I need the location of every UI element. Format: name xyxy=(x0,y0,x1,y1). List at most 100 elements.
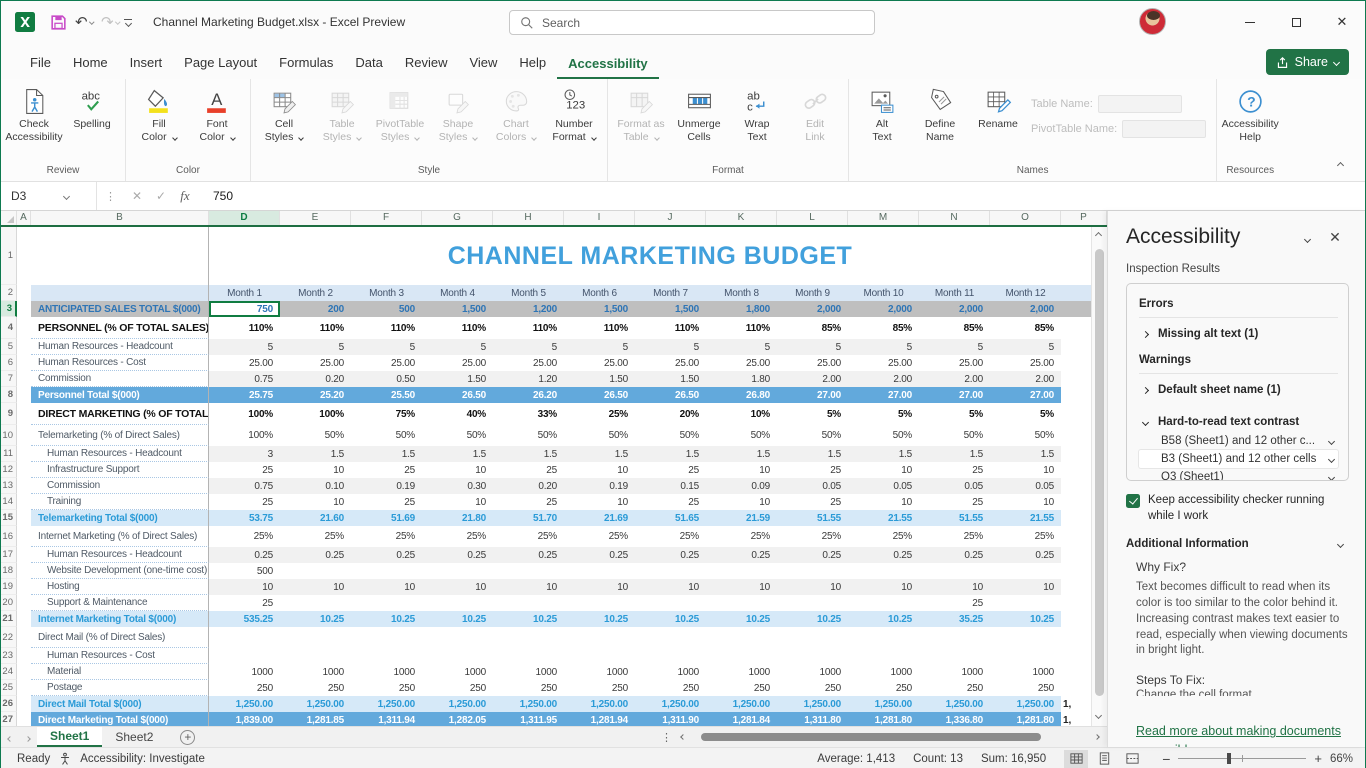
grid-cell[interactable]: 25% xyxy=(209,526,280,547)
row-header-26[interactable]: 26 xyxy=(1,696,17,712)
grid-cell[interactable]: 1,250.00 xyxy=(990,696,1061,712)
grid-cell[interactable]: 50% xyxy=(635,425,706,446)
grid-cell[interactable]: 5 xyxy=(919,339,990,355)
check-accessibility-button[interactable]: CheckAccessibility xyxy=(5,85,63,147)
grid-cell[interactable]: 1.5 xyxy=(635,446,706,462)
column-header-B[interactable]: B xyxy=(31,211,209,225)
tabbar-more-icon[interactable]: ⋮ xyxy=(661,731,672,744)
grid-cell[interactable]: 20% xyxy=(635,403,706,425)
grid-cell[interactable] xyxy=(17,510,31,526)
grid-cell[interactable]: 25 xyxy=(777,462,848,478)
grid-cell[interactable]: 10 xyxy=(990,462,1061,478)
grid-cell-B26[interactable]: Direct Mail Total $(000) xyxy=(31,696,209,712)
zoom-slider-thumb[interactable] xyxy=(1227,753,1231,764)
grid-cell[interactable]: 5 xyxy=(777,339,848,355)
grid-cell[interactable]: 1000 xyxy=(777,664,848,680)
grid-cell[interactable]: 50% xyxy=(564,425,635,446)
grid-cell[interactable]: 0.15 xyxy=(635,478,706,494)
grid-cell[interactable] xyxy=(777,595,848,611)
grid-cell[interactable]: 0.25 xyxy=(280,547,351,563)
row-header-7[interactable]: 7 xyxy=(1,371,17,387)
grid-cell[interactable]: 110% xyxy=(280,317,351,339)
column-header-M[interactable]: M xyxy=(848,211,919,225)
grid-cell[interactable]: 10 xyxy=(564,462,635,478)
grid-cell[interactable] xyxy=(17,301,31,317)
grid-cell[interactable]: 0.25 xyxy=(706,547,777,563)
wrap-text-button[interactable]: abcWrapText xyxy=(728,85,786,147)
grid-cell[interactable]: 25% xyxy=(706,526,777,547)
grid-cell[interactable]: 10 xyxy=(564,579,635,595)
grid-cell[interactable] xyxy=(1061,387,1091,403)
pane-close-icon[interactable]: ✕ xyxy=(1321,229,1349,246)
read-more-link[interactable]: Read more about making documents accessi… xyxy=(1136,722,1365,747)
column-header-P[interactable]: P xyxy=(1061,211,1107,225)
grid-cell[interactable]: 10 xyxy=(848,579,919,595)
column-header-F[interactable]: F xyxy=(351,211,422,225)
grid-cell[interactable]: 25.00 xyxy=(635,355,706,371)
grid-cell[interactable] xyxy=(280,563,351,579)
grid-cell[interactable]: 10.25 xyxy=(280,611,351,627)
grid-cell[interactable]: 250 xyxy=(351,680,422,696)
grid-cell[interactable]: 10.25 xyxy=(635,611,706,627)
scroll-right-icon[interactable] xyxy=(1094,734,1100,740)
grid-cell[interactable] xyxy=(351,595,422,611)
grid-cell[interactable] xyxy=(493,595,564,611)
grid-cell[interactable] xyxy=(17,627,31,648)
grid-cell[interactable]: 21.55 xyxy=(848,510,919,526)
grid-cell[interactable]: 0.05 xyxy=(848,478,919,494)
grid-cell[interactable]: 1,250.00 xyxy=(564,696,635,712)
grid-cell[interactable]: 5 xyxy=(209,339,280,355)
row-header-6[interactable]: 6 xyxy=(1,355,17,371)
grid-cell[interactable]: 1000 xyxy=(493,664,564,680)
row-header-20[interactable]: 20 xyxy=(1,595,17,611)
grid-cell[interactable] xyxy=(1061,526,1091,547)
grid-cell[interactable]: 1.20 xyxy=(493,371,564,387)
grid-cell[interactable]: 1,311.95 xyxy=(493,712,564,726)
grid-cell[interactable] xyxy=(1061,627,1091,648)
grid-cell[interactable]: 25.00 xyxy=(848,355,919,371)
grid-cell[interactable] xyxy=(17,579,31,595)
grid-cell[interactable]: 1,250.00 xyxy=(777,696,848,712)
grid-cell[interactable]: 5% xyxy=(990,403,1061,425)
grid-cell[interactable]: 1,281.85 xyxy=(280,712,351,726)
grid-cell[interactable]: 1000 xyxy=(351,664,422,680)
grid-cell[interactable]: 10.25 xyxy=(564,611,635,627)
grid-cell[interactable]: 25% xyxy=(848,526,919,547)
grid-cell[interactable]: 1,311.94 xyxy=(351,712,422,726)
grid-cell[interactable]: 10.25 xyxy=(777,611,848,627)
grid-cell[interactable]: 10 xyxy=(706,579,777,595)
row-header-15[interactable]: 15 xyxy=(1,510,17,526)
grid-cell[interactable]: 2,000 xyxy=(848,301,919,317)
grid-cell[interactable]: 26.50 xyxy=(564,387,635,403)
customize-quick-access-button[interactable] xyxy=(123,17,133,27)
grid-cell[interactable]: 1000 xyxy=(209,664,280,680)
row-header-12[interactable]: 12 xyxy=(1,462,17,478)
grid-cell[interactable] xyxy=(1061,510,1091,526)
horizontal-scrollbar[interactable] xyxy=(681,730,1099,744)
grid-cell[interactable]: 0.75 xyxy=(209,371,280,387)
grid-cell-B23[interactable]: Human Resources - Cost xyxy=(31,648,209,664)
grid-cell[interactable]: 10.25 xyxy=(848,611,919,627)
grid-cell[interactable]: 25% xyxy=(280,526,351,547)
grid-cell[interactable]: 27.00 xyxy=(777,387,848,403)
grid-cell[interactable] xyxy=(990,648,1061,664)
grid-cell[interactable]: 100% xyxy=(280,403,351,425)
grid-cell[interactable]: 5 xyxy=(280,339,351,355)
grid-cell[interactable]: 1,311.80 xyxy=(777,712,848,726)
grid-cell[interactable]: 1000 xyxy=(422,664,493,680)
grid-cell[interactable] xyxy=(351,648,422,664)
grid-cell[interactable]: 25 xyxy=(919,494,990,510)
grid-cell[interactable]: Month 1 xyxy=(209,285,280,301)
column-header-G[interactable]: G xyxy=(422,211,493,225)
grid-cell[interactable] xyxy=(17,526,31,547)
font-color-button[interactable]: AFontColor xyxy=(188,85,246,147)
column-header-D[interactable]: D xyxy=(209,211,280,225)
grid-cell[interactable]: 25.00 xyxy=(706,355,777,371)
grid-cell[interactable]: 3 xyxy=(209,446,280,462)
grid-cell[interactable]: 1.5 xyxy=(351,446,422,462)
minimize-button[interactable] xyxy=(1227,1,1273,43)
scroll-up-icon[interactable] xyxy=(1095,232,1102,239)
dropdown-icon[interactable] xyxy=(1328,455,1335,462)
grid-cell[interactable]: 25.00 xyxy=(493,355,564,371)
grid-cell[interactable]: 25.00 xyxy=(990,355,1061,371)
